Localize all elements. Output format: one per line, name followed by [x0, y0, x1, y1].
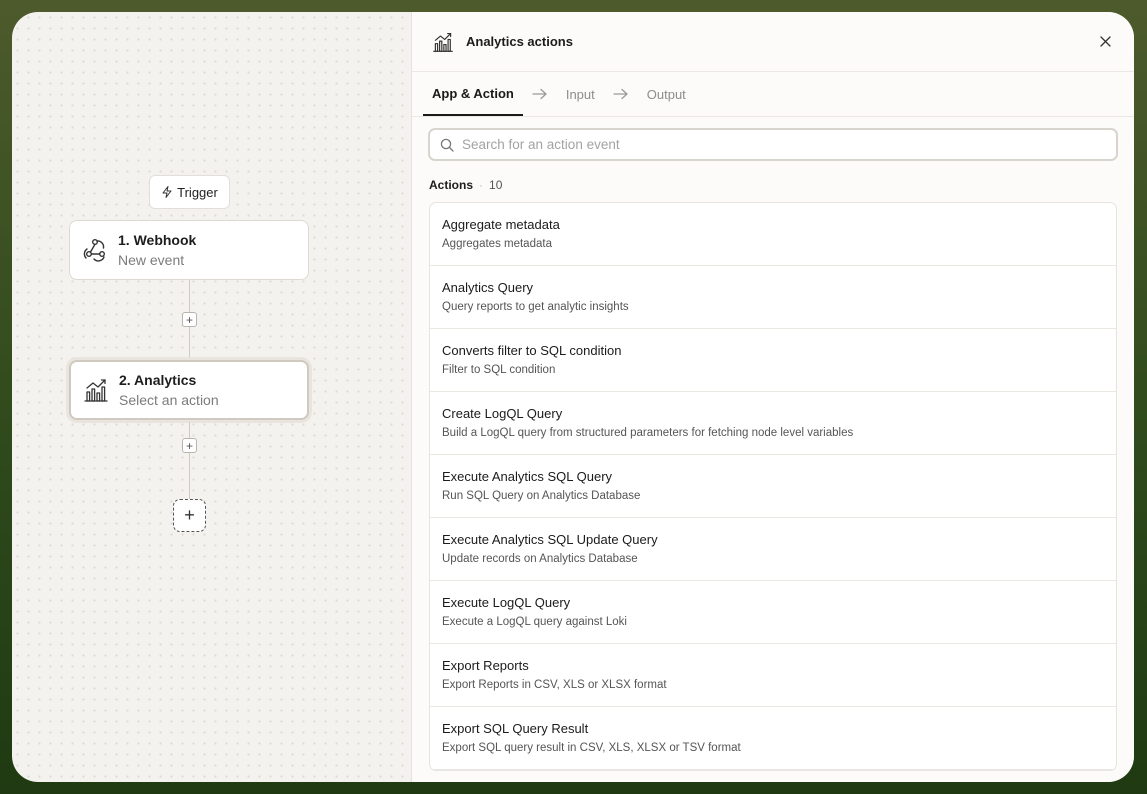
list-item[interactable]: Analytics Query Query reports to get anal…	[430, 266, 1116, 329]
node-subtitle: New event	[118, 252, 185, 268]
arrow-right-icon	[523, 72, 557, 116]
list-item[interactable]: Execute Analytics SQL Update Query Update…	[430, 518, 1116, 581]
action-description: Build a LogQL query from structured para…	[442, 427, 854, 439]
arrow-right-icon	[604, 72, 638, 116]
list-item[interactable]: Export Reports Export Reports in CSV, XLS…	[430, 644, 1116, 707]
action-title: Export SQL Query Result	[442, 721, 589, 736]
add-step-button[interactable]: +	[182, 438, 197, 453]
trigger-chip[interactable]: Trigger	[149, 175, 230, 209]
flow-node-webhook[interactable]: 1. Webhook New event	[69, 220, 309, 280]
panel-title: Analytics actions	[466, 34, 573, 49]
actions-list: Aggregate metadata Aggregates metadata Ana…	[429, 202, 1117, 771]
actions-panel: Analytics actions App & Action Input Out…	[411, 12, 1134, 782]
list-item[interactable]: Aggregate metadata Aggregates metadata	[430, 203, 1116, 266]
close-icon	[1099, 36, 1111, 47]
node-title: 2. Analytics	[119, 372, 197, 388]
webhook-icon	[83, 239, 106, 262]
list-item[interactable]: Export SQL Query Result Export SQL query …	[430, 707, 1116, 770]
lightning-icon	[162, 186, 172, 198]
action-title: Aggregate metadata	[442, 217, 560, 232]
connector-line	[189, 422, 190, 500]
actions-label: Actions	[429, 178, 474, 192]
tab-input[interactable]: Input	[557, 72, 604, 116]
add-step-button[interactable]: +	[182, 312, 197, 327]
action-title: Converts filter to SQL condition	[442, 343, 622, 358]
action-description: Export SQL query result in CSV, XLS, XLS…	[442, 742, 741, 754]
action-description: Query reports to get analytic insights	[442, 301, 629, 313]
search-box	[428, 128, 1118, 161]
flow-node-analytics[interactable]: 2. Analytics Select an action	[69, 360, 309, 420]
separator-dot: ·	[479, 178, 484, 192]
action-title: Execute Analytics SQL Update Query	[442, 532, 658, 547]
actions-section-header: Actions · 10	[412, 161, 1134, 192]
action-description: Filter to SQL condition	[442, 364, 556, 376]
add-node-button[interactable]: +	[173, 499, 206, 532]
action-title: Execute Analytics SQL Query	[442, 469, 613, 484]
action-description: Update records on Analytics Database	[442, 553, 638, 565]
action-title: Execute LogQL Query	[442, 595, 571, 610]
panel-header: Analytics actions	[412, 12, 1134, 72]
list-item[interactable]: Execute LogQL Query Execute a LogQL query…	[430, 581, 1116, 644]
node-subtitle: Select an action	[119, 392, 219, 408]
close-button[interactable]	[1096, 33, 1114, 51]
action-title: Analytics Query	[442, 280, 534, 295]
action-description: Run SQL Query on Analytics Database	[442, 490, 641, 502]
action-title: Export Reports	[442, 658, 529, 673]
tab-output[interactable]: Output	[638, 72, 695, 116]
actions-count: 10	[489, 178, 503, 192]
step-tabs: App & Action Input Output	[412, 72, 1134, 117]
list-item[interactable]: Converts filter to SQL condition Filter t…	[430, 329, 1116, 392]
action-description: Export Reports in CSV, XLS or XLSX forma…	[442, 679, 667, 691]
node-title: 1. Webhook	[118, 232, 197, 248]
trigger-label: Trigger	[177, 184, 218, 200]
analytics-chart-icon	[433, 32, 453, 52]
analytics-chart-icon	[84, 379, 108, 402]
action-title: Create LogQL Query	[442, 406, 563, 421]
app-frame: Trigger 1. Webhook New event + 2. Analyt…	[12, 12, 1134, 782]
action-description: Aggregates metadata	[442, 238, 552, 250]
list-item[interactable]: Execute Analytics SQL Query Run SQL Query…	[430, 455, 1116, 518]
tab-app-action[interactable]: App & Action	[423, 72, 523, 116]
list-item[interactable]: Create LogQL Query Build a LogQL query fr…	[430, 392, 1116, 455]
search-input[interactable]	[462, 137, 1116, 152]
action-description: Execute a LogQL query against Loki	[442, 616, 627, 628]
search-icon	[440, 138, 454, 152]
